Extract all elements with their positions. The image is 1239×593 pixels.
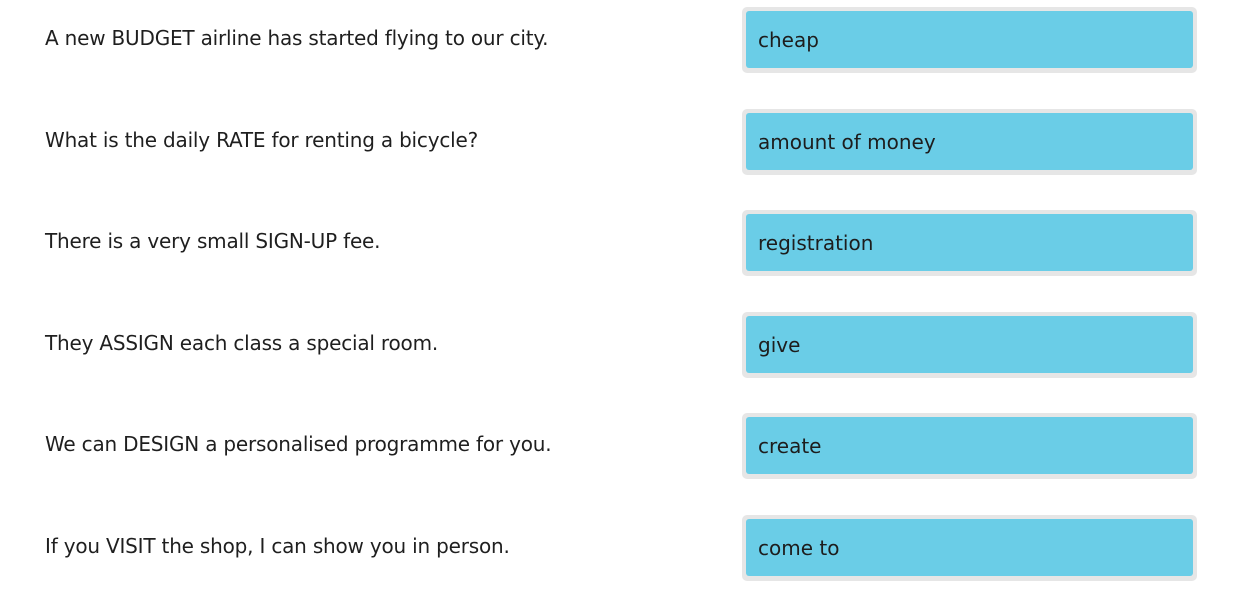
answer-drop-slot[interactable]: amount of money (742, 109, 1197, 175)
match-row: A new BUDGET airline has started flying … (0, 7, 1239, 73)
answer-card[interactable]: create (746, 417, 1193, 474)
match-row: We can DESIGN a personalised programme f… (0, 413, 1239, 479)
sentence-text: We can DESIGN a personalised programme f… (45, 432, 552, 456)
sentence-text: If you VISIT the shop, I can show you in… (45, 534, 510, 558)
answer-drop-slot[interactable]: give (742, 312, 1197, 378)
answer-drop-slot[interactable]: cheap (742, 7, 1197, 73)
answer-drop-slot[interactable]: registration (742, 210, 1197, 276)
sentence-text: They ASSIGN each class a special room. (45, 331, 439, 355)
answer-drop-slot[interactable]: come to (742, 515, 1197, 581)
answer-drop-slot[interactable]: create (742, 413, 1197, 479)
answer-card[interactable]: give (746, 316, 1193, 373)
answer-card[interactable]: amount of money (746, 113, 1193, 170)
sentence-text: A new BUDGET airline has started flying … (45, 26, 549, 50)
sentence-text: There is a very small SIGN-UP fee. (45, 229, 381, 253)
match-row: If you VISIT the shop, I can show you in… (0, 515, 1239, 581)
answer-card[interactable]: registration (746, 214, 1193, 271)
matching-exercise: A new BUDGET airline has started flying … (0, 0, 1239, 593)
answer-card[interactable]: come to (746, 519, 1193, 576)
sentence-text: What is the daily RATE for renting a bic… (45, 128, 479, 152)
match-row: They ASSIGN each class a special room. g… (0, 312, 1239, 378)
match-row: There is a very small SIGN-UP fee. regis… (0, 210, 1239, 276)
match-row: What is the daily RATE for renting a bic… (0, 109, 1239, 175)
answer-card[interactable]: cheap (746, 11, 1193, 68)
